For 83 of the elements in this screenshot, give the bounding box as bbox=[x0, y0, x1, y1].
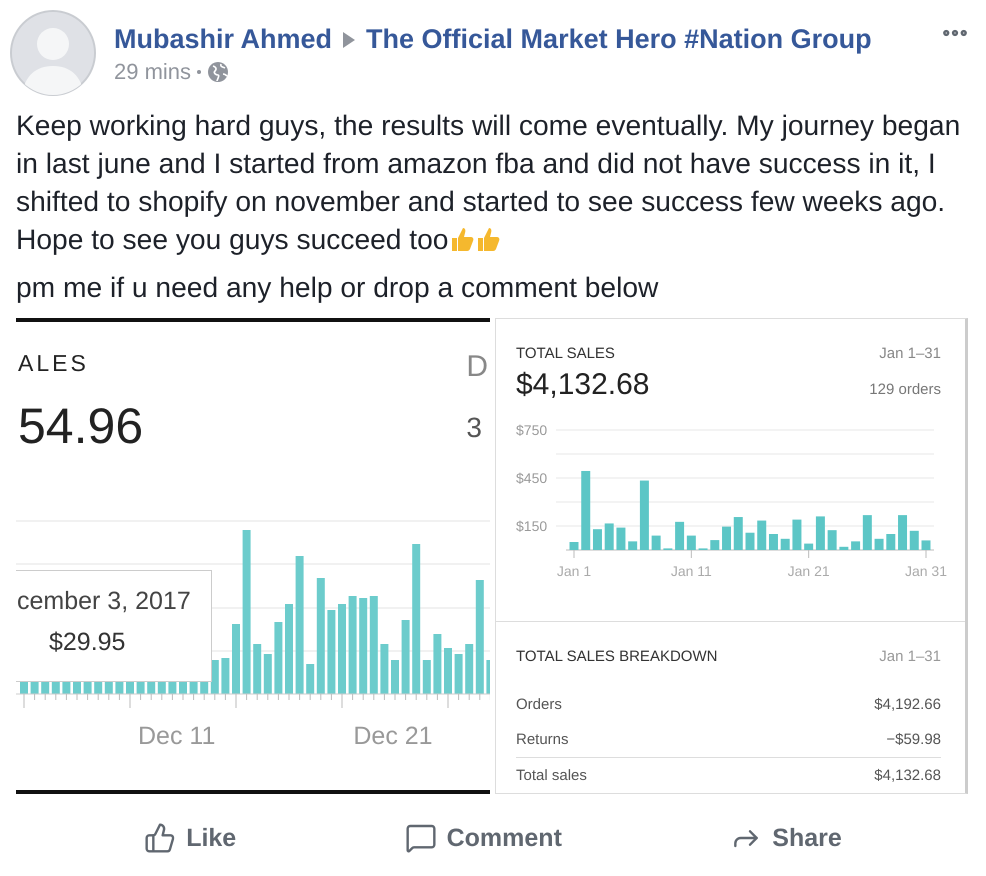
chart-bar bbox=[722, 526, 732, 550]
chart-bar bbox=[851, 541, 860, 550]
chart-bar bbox=[433, 634, 442, 694]
chart-bar bbox=[253, 644, 262, 694]
chart-bar bbox=[264, 654, 272, 694]
metric-title: D bbox=[466, 350, 488, 384]
chart-bar bbox=[898, 515, 908, 550]
axis-label: Jan 11 bbox=[670, 563, 712, 579]
breakdown-value: $4,192.66 bbox=[874, 696, 941, 713]
axis-label: $750 bbox=[516, 422, 548, 438]
breakdown-label: Orders bbox=[516, 696, 562, 713]
chart-bar bbox=[874, 538, 884, 550]
axis-label: Jan 31 bbox=[904, 563, 948, 579]
chart-bar bbox=[604, 523, 614, 550]
axis-label: Dec 21 bbox=[353, 722, 433, 751]
chart-bar bbox=[628, 541, 638, 550]
chart-bar bbox=[686, 536, 696, 550]
metric-amount: 3 bbox=[466, 412, 483, 444]
chart-bar bbox=[616, 528, 626, 550]
total-amount: $4,132.68 bbox=[516, 368, 650, 402]
chart-bar bbox=[862, 515, 872, 550]
group-link[interactable]: The Official Market Hero #Nation Group bbox=[366, 24, 872, 55]
share-button[interactable]: Share bbox=[724, 818, 848, 858]
date-range: Jan 1–31 bbox=[879, 345, 941, 362]
post-text: Keep working hard guys, the results will come eventually. My journey began in last june and I started from amazon fba and did not have success in it, I shifted to shopify on november and started to see success few weeks ago. Hope to see you guys succeed too bbox=[16, 108, 962, 257]
screenshot-image[interactable]: TOTAL SALES Jan 1–31 $4,132.68 129 orders $150 $450 $750 Jan 1 Jan 11 Jan 21 Jan 31 TOTAL SALES BREAKDOWN Jan 1–31 Orders $4,192.66 Returns −$59.98 Total sales $4,132.68 bbox=[495, 318, 968, 794]
chart-bar bbox=[444, 648, 452, 694]
chart-bar bbox=[828, 530, 837, 550]
breakdown-label: Returns bbox=[516, 731, 569, 748]
chart-bar bbox=[465, 644, 474, 694]
post-text: pm me if u need any help or drop a comment below bbox=[16, 270, 660, 305]
breakdown-value: $4,132.68 bbox=[874, 767, 941, 784]
date-range: Jan 1–31 bbox=[879, 648, 941, 665]
card-title: TOTAL SALES bbox=[516, 345, 615, 362]
dot-separator bbox=[197, 70, 202, 74]
chart-bar bbox=[886, 534, 896, 550]
chart-bar bbox=[734, 517, 743, 550]
speech-bubble-icon bbox=[404, 822, 437, 854]
chart-bar bbox=[592, 529, 602, 550]
metric-amount: 54.96 bbox=[18, 397, 144, 455]
chart-bar bbox=[274, 622, 282, 694]
axis-label: Jan 1 bbox=[556, 563, 592, 579]
chart-bar bbox=[710, 540, 720, 550]
chart-bar bbox=[780, 538, 790, 550]
chart-bar bbox=[839, 546, 848, 550]
chart-bar bbox=[675, 522, 684, 550]
axis-label: Jan 21 bbox=[788, 563, 830, 579]
chart-bar bbox=[306, 664, 314, 694]
globe-icon bbox=[207, 61, 230, 83]
orders-count: 129 orders bbox=[869, 381, 941, 398]
chart-bar bbox=[221, 658, 230, 694]
chart-bar bbox=[816, 516, 825, 550]
chart-bar bbox=[391, 660, 399, 694]
breakdown-label: Total sales bbox=[516, 767, 587, 784]
screenshot-image[interactable]: ALES 54.96 D 3 Dec 11 Dec 21 cember 3, 2017 $29.95 bbox=[16, 318, 490, 794]
axis-label: Dec 11 bbox=[138, 722, 216, 751]
chart-bar bbox=[804, 544, 814, 550]
chart-bar bbox=[454, 654, 463, 694]
breakdown-value: −$59.98 bbox=[886, 731, 941, 748]
tooltip-value: $29.95 bbox=[48, 628, 126, 657]
thumbs-up-icon bbox=[144, 822, 176, 854]
like-button[interactable]: Like bbox=[138, 818, 242, 858]
tooltip-date: cember 3, 2017 bbox=[17, 587, 192, 616]
chart-bar bbox=[746, 532, 754, 550]
comment-button[interactable]: Comment bbox=[398, 818, 568, 858]
chart-bar bbox=[757, 520, 766, 550]
author-link[interactable]: Mubashir Ahmed bbox=[114, 24, 332, 55]
chart-bar bbox=[232, 624, 240, 694]
axis-label: $150 bbox=[516, 518, 548, 534]
chart-bar bbox=[640, 480, 649, 550]
chart-bar bbox=[570, 542, 578, 550]
caret-icon bbox=[342, 30, 356, 48]
card-title: TOTAL SALES BREAKDOWN bbox=[516, 648, 718, 665]
chart-bar bbox=[792, 520, 802, 550]
chart-bar bbox=[910, 530, 919, 550]
axis-label: $450 bbox=[516, 470, 548, 486]
chart-bar bbox=[486, 660, 490, 694]
chart-bar bbox=[422, 660, 431, 694]
chart-bar bbox=[768, 534, 778, 550]
chart-bar bbox=[380, 644, 388, 694]
metric-title: ALES bbox=[18, 350, 90, 377]
chart-bar bbox=[652, 536, 661, 550]
chart-bar bbox=[922, 540, 930, 550]
